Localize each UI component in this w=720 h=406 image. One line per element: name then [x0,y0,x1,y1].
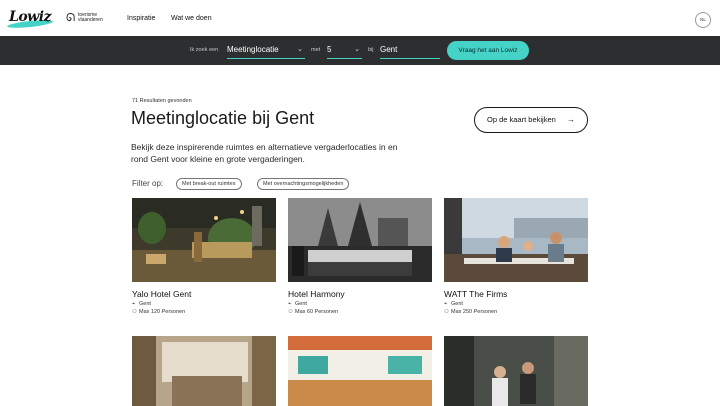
results-count: 71 Resultaten gevonden [132,98,192,104]
toerisme-vlaanderen-logo[interactable]: ᘏ toerisme vlaanderen [66,11,106,25]
venue-location-text: Gent [139,301,151,307]
ask-lowiz-button[interactable]: Vraag het aan Lowiz [447,41,529,60]
partner-mark-icon: ᘏ [66,12,76,24]
venue-photo[interactable] [288,336,432,406]
results-description: Bekijk deze inspirerende ruimtes en alte… [131,142,398,164]
venue-photo[interactable] [288,198,432,282]
view-on-map-label: Op de kaart bekijken [487,115,556,124]
partner-line-2: vlaanderen [78,17,103,23]
venue-capacity: ⚇ Max 60 Personen [288,309,338,315]
venue-photo[interactable] [444,198,588,282]
top-navigation: Lowiz ᘏ toerisme vlaanderen Inspiratie W… [0,0,720,36]
city-value: Gent [380,45,398,54]
venue-location: ⌖ Gent [132,301,151,308]
venue-name[interactable]: Hotel Harmony [288,289,345,299]
nav-link-inspiratie[interactable]: Inspiratie [127,15,155,22]
search-with-label: met [311,47,321,53]
chevron-down-icon: ⌄ [297,46,303,53]
location-pin-icon: ⌖ [132,301,136,307]
filter-chip-overnight[interactable]: Met overnachtingsmogelijkheden [257,178,350,190]
venue-photo[interactable] [132,336,276,406]
chevron-down-icon: ⌄ [354,46,360,53]
search-at-label: bij [368,47,374,53]
venue-name[interactable]: Yalo Hotel Gent [132,289,191,299]
venue-capacity: ⚇ Max 250 Personen [444,309,497,315]
venue-photo[interactable] [444,336,588,406]
logo-wordmark: Lowiz [9,9,52,25]
venue-type-value: Meetinglocatie [227,45,279,54]
venue-location-text: Gent [295,301,307,307]
city-input[interactable]: Gent [380,44,440,59]
venue-capacity-text: Max 250 Personen [451,309,498,315]
people-icon: ⚇ [288,309,293,315]
venue-capacity-text: Max 120 Personen [139,309,186,315]
venue-location-text: Gent [451,301,463,307]
nav-link-wat-we-doen[interactable]: Wat we doen [171,15,212,22]
search-prefix-label: Ik zoek een [190,47,219,53]
venue-capacity: ⚇ Max 120 Personen [132,309,185,315]
location-pin-icon: ⌖ [444,301,448,307]
filter-chip-breakout[interactable]: Met break-out ruimtes [176,178,242,190]
page-title-city: bij Gent [252,108,315,128]
venue-location: ⌖ Gent [288,301,307,308]
venue-name[interactable]: WATT The Firms [444,289,507,299]
people-icon: ⚇ [444,309,449,315]
arrow-right-icon: → [567,115,575,124]
venue-capacity-text: Max 60 Personen [295,309,339,315]
venue-location: ⌖ Gent [444,301,463,308]
location-pin-icon: ⌖ [288,301,292,307]
search-bar: Ik zoek een Meetinglocatie ⌄ met 5 ⌄ bij… [0,36,720,65]
language-switcher[interactable]: NL [695,12,711,28]
filter-label: Filter op: [132,179,164,188]
page-title-main: Meetinglocatie [131,108,248,128]
venue-type-select[interactable]: Meetinglocatie ⌄ [227,44,305,59]
people-count-select[interactable]: 5 ⌄ [327,44,362,59]
venue-photo[interactable] [132,198,276,282]
people-count-value: 5 [327,45,332,54]
people-icon: ⚇ [132,309,137,315]
lowiz-logo[interactable]: Lowiz [6,8,55,30]
page-title: Meetinglocatie bij Gent [131,108,314,129]
view-on-map-button[interactable]: Op de kaart bekijken → [474,107,588,133]
partner-text: toerisme vlaanderen [78,13,103,23]
